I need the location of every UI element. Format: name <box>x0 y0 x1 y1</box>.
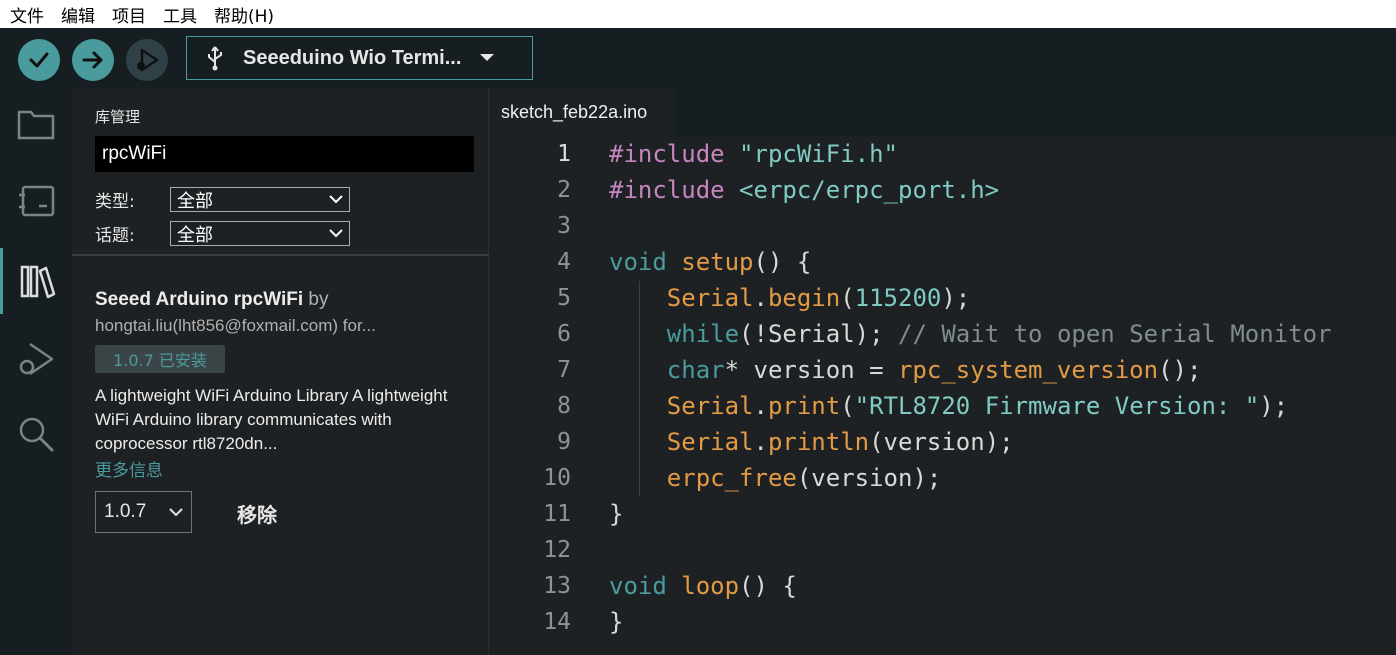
line-number: 4 <box>557 249 571 275</box>
board-selector[interactable]: Seeeduino Wio Termi... <box>186 36 533 80</box>
menu-file[interactable]: 文件 <box>10 2 44 27</box>
library-name-text: Seeed Arduino rpcWiFi <box>95 289 304 310</box>
folder-icon <box>17 110 55 140</box>
line-number: 6 <box>557 321 571 347</box>
dropdown-arrow-icon <box>480 54 495 61</box>
menu-tools[interactable]: 工具 <box>163 2 197 27</box>
code-line: char* version = rpc_system_version(); <box>666 356 1202 384</box>
line-number: 1 <box>557 141 571 167</box>
debug-icon <box>19 342 54 376</box>
menu-bar: 文件 编辑 项目 工具 帮助(H) <box>0 0 1396 28</box>
library-by-text: by <box>303 289 329 310</box>
boards-manager-button[interactable] <box>0 168 72 234</box>
divider <box>72 254 489 256</box>
debug-button[interactable] <box>126 39 168 81</box>
library-icon <box>20 265 55 299</box>
line-number: 5 <box>557 285 571 311</box>
installed-badge: 1.0.7 已安装 <box>95 345 225 373</box>
toolbar: Seeeduino Wio Termi... <box>0 28 1396 88</box>
library-item-name: Seeed Arduino rpcWiFi by <box>95 289 329 311</box>
line-number: 11 <box>543 501 571 527</box>
code-line: void setup() { <box>609 248 812 276</box>
code-line: #include <erpc/erpc_port.h> <box>609 176 1000 204</box>
type-select-value: 全部 <box>177 190 213 212</box>
topic-label: 话题: <box>95 226 135 246</box>
verify-button[interactable] <box>18 39 60 81</box>
chevron-down-icon <box>329 229 343 238</box>
line-number: 10 <box>543 465 571 491</box>
topic-select-value: 全部 <box>177 224 213 246</box>
code-line: Serial.println(version); <box>666 428 1014 456</box>
editor-tab-bar: sketch_feb22a.ino <box>489 88 1396 136</box>
menu-sketch[interactable]: 项目 <box>112 2 146 27</box>
debug-view-button[interactable] <box>0 326 72 392</box>
menu-edit[interactable]: 编辑 <box>61 2 95 27</box>
menu-help[interactable]: 帮助(H) <box>214 2 274 27</box>
code-line: #include "rpcWiFi.h" <box>609 140 898 168</box>
code-content: #include "rpcWiFi.h" #include <erpc/erpc… <box>609 136 1331 636</box>
code-line: } <box>609 500 624 528</box>
topic-select[interactable]: 全部 <box>170 221 350 246</box>
code-line: Serial.begin(115200); <box>666 284 971 312</box>
usb-icon <box>208 46 222 71</box>
upload-button[interactable] <box>72 39 114 81</box>
checkmark-icon <box>29 52 49 68</box>
panel-title: 库管理 <box>95 108 141 126</box>
code-line: while(!Serial); // Wait to open Serial M… <box>666 320 1332 348</box>
code-line: } <box>609 608 624 636</box>
library-author: hongtai.liu(lht856@foxmail.com) for... <box>95 316 376 335</box>
remove-button[interactable]: 移除 <box>237 499 277 528</box>
library-description: A lightweight WiFi Arduino Library A lig… <box>95 386 448 453</box>
more-info-link[interactable]: 更多信息 <box>95 456 163 481</box>
board-icon <box>19 185 55 217</box>
tab-sketch[interactable]: sketch_feb22a.ino <box>489 88 675 136</box>
type-filter-row: 类型: 全部 <box>95 187 350 212</box>
debug-icon <box>137 48 159 72</box>
search-icon <box>19 417 54 452</box>
library-manager-button[interactable] <box>0 248 72 314</box>
library-manager-panel: 库管理 类型: 全部 话题: 全部 Seeed Arduino rpcWiFi … <box>72 88 489 655</box>
activity-bar <box>0 88 72 655</box>
line-number: 8 <box>557 393 571 419</box>
line-number: 2 <box>557 177 571 203</box>
type-select[interactable]: 全部 <box>170 187 350 212</box>
board-name: Seeeduino Wio Termi... <box>243 46 462 69</box>
code-editor[interactable]: 1 2 3 4 5 6 7 8 9 10 11 12 13 14 #includ… <box>489 136 1396 655</box>
library-search-input[interactable] <box>95 136 474 172</box>
sketchbook-button[interactable] <box>0 91 72 157</box>
code-line: erpc_free(version); <box>666 464 942 492</box>
chevron-down-icon <box>169 507 183 516</box>
version-select[interactable]: 1.0.7 <box>95 491 192 533</box>
line-number: 14 <box>543 609 571 635</box>
chevron-down-icon <box>329 195 343 204</box>
search-button[interactable] <box>0 401 72 467</box>
line-number: 12 <box>543 537 571 563</box>
line-number: 9 <box>557 429 571 455</box>
arrow-right-icon <box>82 51 103 69</box>
type-label: 类型: <box>95 192 135 212</box>
line-number: 13 <box>543 573 571 599</box>
code-line: Serial.print("RTL8720 Firmware Version: … <box>666 392 1289 420</box>
line-number: 7 <box>557 357 571 383</box>
line-number: 3 <box>557 213 571 239</box>
version-select-value: 1.0.7 <box>104 501 147 522</box>
code-line: void loop() { <box>609 572 797 600</box>
topic-filter-row: 话题: 全部 <box>95 221 350 246</box>
